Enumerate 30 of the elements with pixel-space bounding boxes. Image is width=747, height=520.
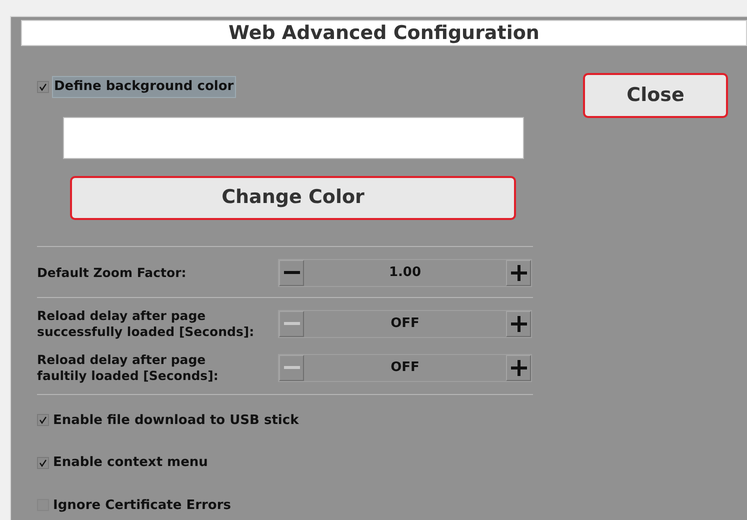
change-color-button[interactable]: Change Color: [70, 176, 516, 220]
checkbox[interactable]: [37, 456, 49, 469]
setting-label: Default Zoom Factor:: [37, 264, 188, 280]
color-field[interactable]: [63, 116, 524, 158]
stepper-value: OFF: [390, 314, 420, 333]
checkbox-label[interactable]: Define background color: [52, 76, 236, 98]
setting-label: Reload delay after page faultily loaded [Seconds]:: [37, 352, 220, 384]
checkbox-label[interactable]: Enable context menu: [53, 453, 208, 472]
plus-icon: [510, 360, 526, 376]
decrement-button[interactable]: [279, 260, 304, 286]
plus-icon: [510, 316, 526, 332]
setting-label: Reload delay after page successfully loaded [Seconds]:: [37, 308, 256, 340]
window-title: Web Advanced Configuration: [21, 20, 747, 46]
checkbox-label[interactable]: Enable file download to USB stick: [53, 410, 299, 430]
minus-icon: [284, 322, 300, 325]
plus-icon: [510, 264, 526, 280]
checkbox[interactable]: [37, 80, 49, 93]
increment-button[interactable]: [506, 354, 531, 380]
increment-button[interactable]: [506, 310, 531, 336]
check-icon: [39, 416, 47, 424]
checkbox-label[interactable]: Ignore Certificate Errors: [53, 496, 231, 515]
increment-button[interactable]: [506, 260, 531, 286]
close-button[interactable]: Close: [583, 73, 728, 118]
checkbox[interactable]: [37, 414, 49, 426]
minus-icon: [284, 366, 300, 369]
check-icon: [39, 458, 47, 467]
stepper-value: 1.00: [388, 264, 422, 282]
check-icon: [39, 82, 47, 91]
stepper-value: OFF: [390, 358, 420, 377]
minus-icon: [284, 271, 300, 274]
